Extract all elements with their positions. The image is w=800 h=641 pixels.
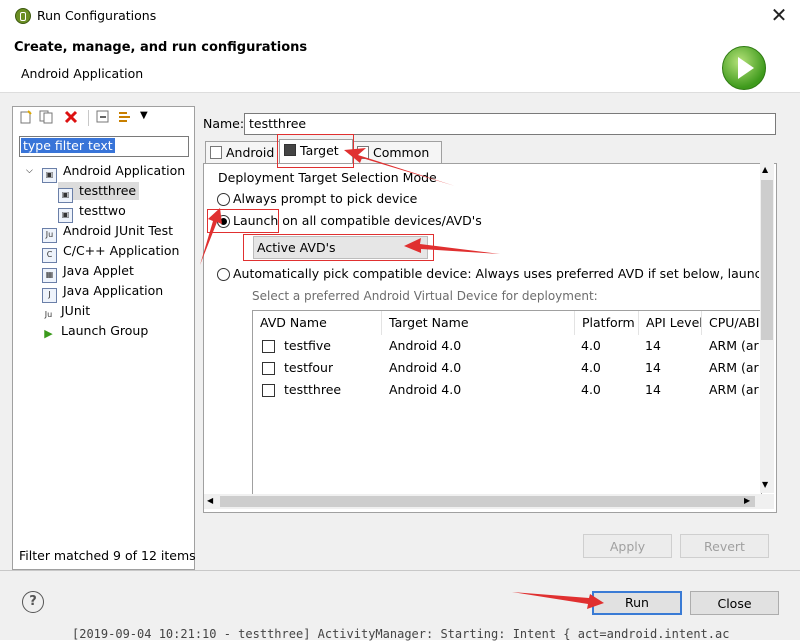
arrow-to-launch-radio <box>200 208 222 265</box>
arrow-to-active-avds <box>404 238 500 254</box>
arrow-to-run-button <box>512 592 604 609</box>
arrow-to-target-tab <box>344 148 455 186</box>
annotation-arrows <box>200 148 604 609</box>
